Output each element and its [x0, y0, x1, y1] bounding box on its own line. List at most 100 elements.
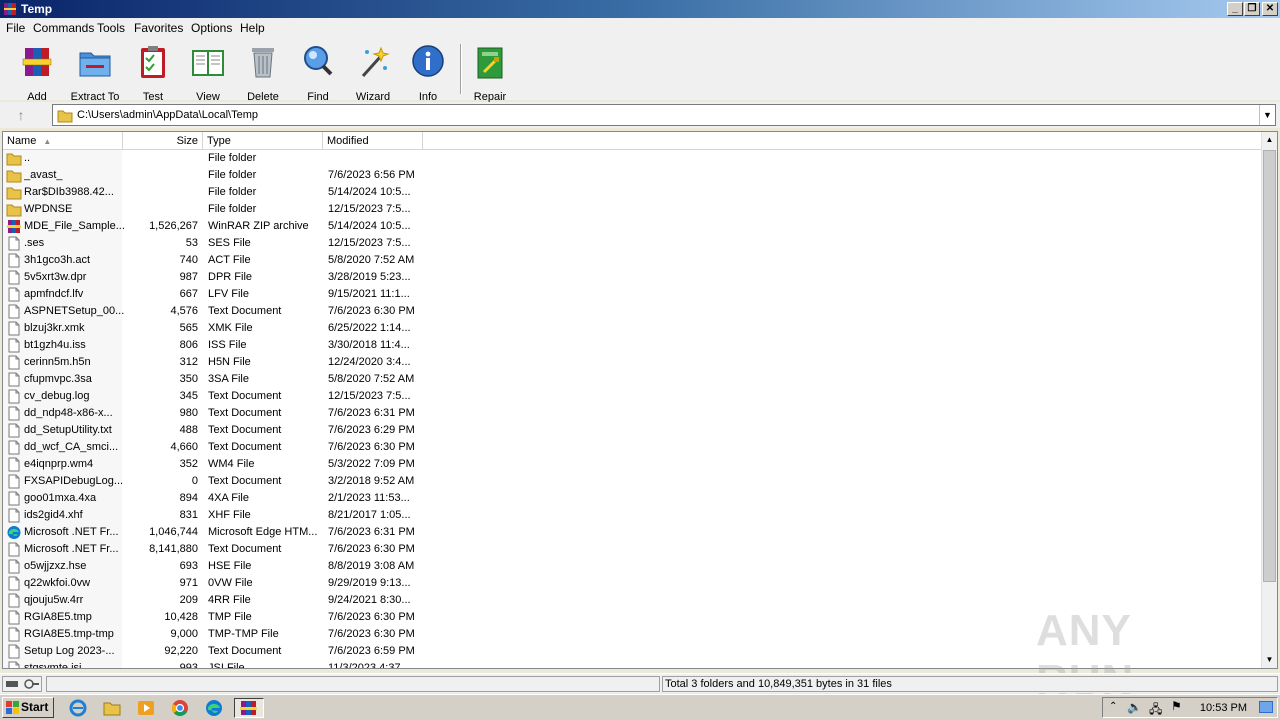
speaker-icon[interactable]: 🔈 — [1127, 700, 1142, 714]
address-bar[interactable]: C:\Users\admin\AppData\Local\Temp ▼ — [52, 104, 1276, 126]
file-name: Rar$DIb3988.42... — [24, 186, 114, 198]
winrar-app-icon — [4, 3, 16, 15]
view-button[interactable]: View — [179, 44, 237, 103]
taskbar-edge[interactable] — [203, 698, 227, 718]
add-button[interactable]: Add — [8, 44, 66, 103]
menu-file[interactable]: File — [6, 21, 25, 35]
menu-commands[interactable]: Commands — [33, 21, 94, 35]
file-row[interactable]: e4iqnprp.wm4 352 WM4 File 5/3/2022 7:09 PM — [3, 456, 1263, 473]
vertical-scrollbar[interactable]: ▲ ▼ — [1261, 132, 1277, 668]
repair-button[interactable]: Repair — [461, 44, 519, 103]
file-icon — [6, 508, 22, 523]
file-list[interactable]: Name ▲ Size Type Modified .. File folder _… — [2, 131, 1278, 669]
clock[interactable]: 10:53 PM — [1200, 702, 1247, 714]
delete-button[interactable]: Delete — [234, 44, 292, 103]
test-button[interactable]: Test — [124, 44, 182, 103]
file-row[interactable]: 5v5xrt3w.dpr 987 DPR File 3/28/2019 5:23... — [3, 269, 1263, 286]
taskbar-winrar[interactable] — [234, 698, 264, 718]
file-row[interactable]: FXSAPIDebugLog... 0 Text Document 3/2/2018 … — [3, 473, 1263, 490]
taskbar-explorer[interactable] — [101, 698, 125, 718]
file-modified: 7/6/2023 6:31 PM — [328, 407, 415, 419]
column-size[interactable]: Size — [123, 132, 203, 150]
taskbar-ie[interactable] — [67, 698, 91, 718]
file-icon — [6, 389, 22, 404]
file-row[interactable]: WPDNSE File folder 12/15/2023 7:5... — [3, 201, 1263, 218]
file-type: H5N File — [208, 356, 251, 368]
info-button[interactable]: Info — [399, 44, 457, 103]
status-bar: Total 3 folders and 10,849,351 bytes in … — [0, 673, 1280, 693]
file-row[interactable]: Microsoft .NET Fr... 1,046,744 Microsoft E… — [3, 524, 1263, 541]
minimize-button[interactable]: _ — [1227, 2, 1243, 16]
menu-tools[interactable]: Tools — [97, 21, 125, 35]
file-row[interactable]: o5wjjzxz.hse 693 HSE File 8/8/2019 3:08 AM — [3, 558, 1263, 575]
file-row[interactable]: dd_ndp48-x86-x... 980 Text Document 7/6/202… — [3, 405, 1263, 422]
taskbar-chrome[interactable] — [169, 698, 193, 718]
file-row[interactable]: Rar$DIb3988.42... File folder 5/14/2024 10… — [3, 184, 1263, 201]
file-row[interactable]: ids2gid4.xhf 831 XHF File 8/21/2017 1:05... — [3, 507, 1263, 524]
file-name: Microsoft .NET Fr... — [24, 543, 119, 555]
file-row[interactable]: bt1gzh4u.iss 806 ISS File 3/30/2018 11:4... — [3, 337, 1263, 354]
extract-to-button[interactable]: Extract To — [66, 44, 124, 103]
file-name: dd_wcf_CA_smci... — [24, 441, 119, 453]
tray-expand-icon[interactable]: ⌃ — [1109, 701, 1117, 712]
wizard-button[interactable]: Wizard — [344, 44, 402, 103]
file-row[interactable]: .. File folder — [3, 150, 1263, 167]
file-size: 894 — [179, 492, 198, 504]
file-row[interactable]: cfupmvpc.3sa 350 3SA File 5/8/2020 7:52 AM — [3, 371, 1263, 388]
file-size: 312 — [179, 356, 198, 368]
address-row: ↑ C:\Users\admin\AppData\Local\Temp ▼ — [0, 102, 1280, 128]
add-archive-icon — [22, 48, 52, 76]
file-row[interactable]: blzuj3kr.xmk 565 XMK File 6/25/2022 1:14... — [3, 320, 1263, 337]
list-rows: .. File folder _avast_ File folder 7/6/2023 … — [3, 150, 1263, 668]
file-modified: 7/6/2023 6:30 PM — [328, 441, 415, 453]
file-row[interactable]: apmfndcf.lfv 667 LFV File 9/15/2021 11:1... — [3, 286, 1263, 303]
file-size: 806 — [179, 339, 198, 351]
scroll-up-button[interactable]: ▲ — [1262, 132, 1277, 148]
column-type[interactable]: Type — [203, 132, 323, 150]
file-type: DPR File — [208, 271, 253, 283]
menu-help[interactable]: Help — [240, 21, 265, 35]
file-row[interactable]: MDE_File_Sample... 1,526,267 WinRAR ZIP ar… — [3, 218, 1263, 235]
file-row[interactable]: Microsoft .NET Fr... 8,141,880 Text Docume… — [3, 541, 1263, 558]
scroll-thumb[interactable] — [1263, 150, 1276, 582]
file-type: File folder — [208, 186, 257, 198]
file-name: .. — [24, 152, 31, 164]
file-row[interactable]: goo01mxa.4xa 894 4XA File 2/1/2023 11:53... — [3, 490, 1263, 507]
action-center-flag-icon[interactable]: ⚑ — [1171, 699, 1182, 713]
file-row[interactable]: dd_SetupUtility.txt 488 Text Document 7/6/2… — [3, 422, 1263, 439]
file-row[interactable]: .ses 53 SES File 12/15/2023 7:5... — [3, 235, 1263, 252]
status-panel-selection — [46, 676, 660, 692]
file-name: _avast_ — [24, 169, 63, 181]
file-size: 350 — [179, 373, 198, 385]
file-row[interactable]: 3h1gco3h.act 740 ACT File 5/8/2020 7:52 AM — [3, 252, 1263, 269]
menu-options[interactable]: Options — [191, 21, 232, 35]
find-button[interactable]: Find — [289, 44, 347, 103]
file-row[interactable]: q22wkfoi.0vw 971 0VW File 9/29/2019 9:13... — [3, 575, 1263, 592]
file-modified: 5/8/2020 7:52 AM — [328, 254, 415, 266]
file-row[interactable]: cerinn5m.h5n 312 H5N File 12/24/2020 3:4... — [3, 354, 1263, 371]
file-icon — [6, 542, 22, 557]
restore-button[interactable]: ❐ — [1244, 2, 1260, 16]
address-dropdown-button[interactable]: ▼ — [1259, 105, 1275, 125]
network-icon[interactable]: 🖧 — [1149, 700, 1162, 720]
file-icon — [6, 270, 22, 285]
windows-flag-icon — [6, 701, 19, 714]
file-row[interactable]: dd_wcf_CA_smci... 4,660 Text Document 7/6/2… — [3, 439, 1263, 456]
menu-favorites[interactable]: Favorites — [134, 21, 183, 35]
file-name: .ses — [24, 237, 45, 249]
file-row[interactable]: cv_debug.log 345 Text Document 12/15/2023 7… — [3, 388, 1263, 405]
column-name[interactable]: Name ▲ — [3, 132, 123, 150]
file-type: SES File — [208, 237, 251, 249]
file-size: 352 — [179, 458, 198, 470]
close-button[interactable]: ✕ — [1262, 2, 1278, 16]
file-row[interactable]: ASPNETSetup_00... 4,576 Text Document 7/6/2… — [3, 303, 1263, 320]
column-modified[interactable]: Modified — [323, 132, 423, 150]
start-button[interactable]: Start — [2, 697, 54, 718]
up-folder-button[interactable]: ↑ — [8, 105, 34, 125]
taskbar-media-player[interactable] — [135, 698, 159, 718]
show-desktop-icon[interactable] — [1259, 701, 1273, 713]
start-label: Start — [21, 700, 49, 714]
file-name: o5wjjzxz.hse — [24, 560, 87, 572]
file-row[interactable]: _avast_ File folder 7/6/2023 6:56 PM — [3, 167, 1263, 184]
scroll-down-button[interactable]: ▼ — [1262, 652, 1277, 668]
